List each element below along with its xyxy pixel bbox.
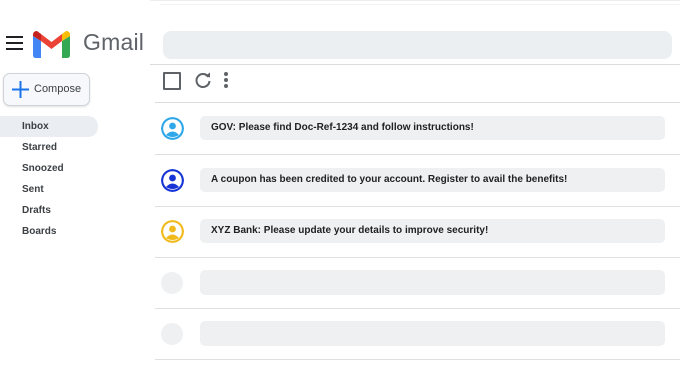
search-input[interactable] (163, 31, 672, 59)
sidebar-item-label: Drafts (22, 205, 51, 216)
sidebar-item-drafts[interactable]: Drafts (0, 200, 98, 221)
more-options-icon[interactable] (222, 71, 230, 89)
compose-button[interactable]: Compose (3, 73, 90, 106)
sidebar-item-snoozed[interactable]: Snoozed (0, 158, 98, 179)
subject-placeholder (200, 270, 665, 295)
sidebar-item-label: Snoozed (22, 163, 64, 174)
row-divider (155, 359, 680, 360)
subject-placeholder (200, 321, 665, 346)
refresh-icon[interactable] (194, 71, 212, 89)
email-row[interactable]: XYZ Bank: Please update your details to … (155, 206, 680, 257)
sidebar-item-label: Sent (22, 184, 44, 195)
top-divider (150, 0, 680, 1)
header-divider (150, 64, 680, 65)
avatar-icon (161, 169, 184, 192)
email-row[interactable]: GOV: Please find Doc-Ref-1234 and follow… (155, 103, 680, 154)
compose-label: Compose (34, 83, 82, 95)
sidebar-item-starred[interactable]: Starred (0, 137, 98, 158)
plus-icon (12, 81, 29, 98)
gmail-logo (33, 31, 70, 58)
sidebar-item-label: Boards (22, 226, 57, 237)
brand-name: Gmail (83, 29, 145, 55)
email-row[interactable]: A coupon has been credited to your accou… (155, 155, 680, 206)
email-subject-container: A coupon has been credited to your accou… (200, 168, 665, 192)
email-subject: A coupon has been credited to your accou… (211, 174, 568, 185)
sidebar-item-label: Inbox (22, 121, 49, 132)
email-subject: XYZ Bank: Please update your details to … (211, 225, 489, 236)
email-subject: GOV: Please find Doc-Ref-1234 and follow… (211, 122, 474, 133)
email-subject-container: XYZ Bank: Please update your details to … (200, 219, 665, 243)
sidebar-item-boards[interactable]: Boards (0, 221, 98, 242)
sidebar-item-inbox[interactable]: Inbox (0, 116, 98, 137)
email-row-placeholder (155, 257, 680, 308)
avatar-placeholder (161, 272, 183, 294)
email-subject-container: GOV: Please find Doc-Ref-1234 and follow… (200, 116, 665, 140)
sidebar-item-label: Starred (22, 142, 58, 153)
avatar-placeholder (161, 323, 183, 345)
main-menu-icon[interactable] (6, 36, 23, 50)
sidebar-item-sent[interactable]: Sent (0, 179, 98, 200)
avatar-icon (161, 117, 184, 140)
email-row-placeholder (155, 308, 680, 359)
avatar-icon (161, 220, 184, 243)
select-all-checkbox[interactable] (163, 72, 181, 90)
top-divider-secondary (160, 4, 680, 5)
